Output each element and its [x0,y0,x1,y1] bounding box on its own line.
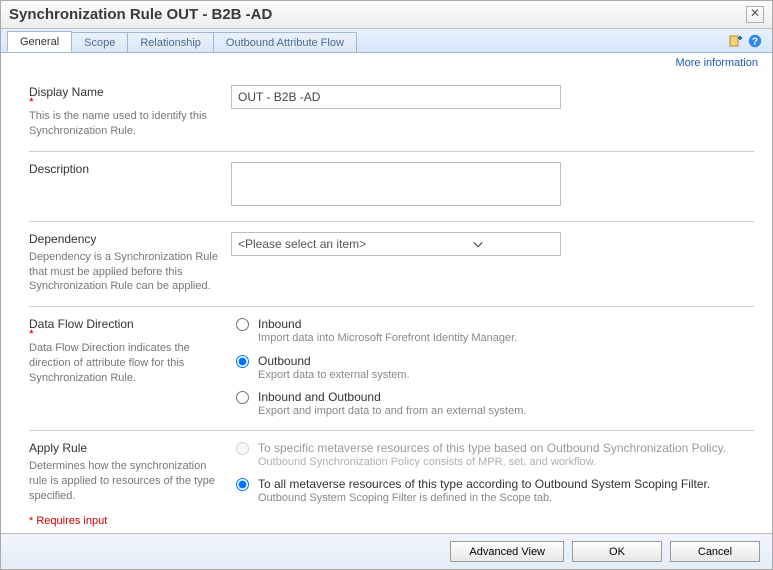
row-dependency: Dependency Dependency is a Synchronizati… [29,222,754,308]
hint-dependency: Dependency is a Synchronization Rule tha… [29,250,219,295]
tab-relationship[interactable]: Relationship [127,32,214,52]
dialog-title: Synchronization Rule OUT - B2B -AD [9,6,272,23]
flow-inbound-radio[interactable] [236,318,249,331]
close-button[interactable]: ✕ [746,6,764,23]
help-icon[interactable]: ? [748,34,762,48]
more-info-row: More information [1,53,772,69]
flow-inout-option[interactable]: Inbound and Outbound Export and import d… [231,390,754,418]
row-apply-rule: Apply Rule Determines how the synchroniz… [29,431,754,509]
close-icon: ✕ [750,6,760,20]
form-content: Display Name * This is the name used to … [1,69,772,509]
requires-input-note: * Requires input [1,509,772,533]
row-display-name: Display Name * This is the name used to … [29,75,754,152]
flow-inbound-label: Inbound [258,317,517,331]
dialog-footer: Advanced View OK Cancel [1,533,772,569]
apply-filter-sub: Outbound System Scoping Filter is define… [258,491,710,505]
svg-text:?: ? [752,36,758,47]
flow-inbound-option[interactable]: Inbound Import data into Microsoft Foref… [231,317,754,345]
hint-apply: Determines how the synchronization rule … [29,459,219,504]
sync-rule-dialog: Synchronization Rule OUT - B2B -AD ✕ Gen… [0,0,773,570]
apply-policy-option: To specific metaverse resources of this … [231,441,754,469]
tab-scope[interactable]: Scope [71,32,128,52]
advanced-view-button[interactable]: Advanced View [450,541,564,562]
row-description: Description [29,152,754,222]
label-apply: Apply Rule [29,441,219,455]
tab-general[interactable]: General [7,31,72,52]
tab-outbound-attr-flow[interactable]: Outbound Attribute Flow [213,32,357,52]
flow-outbound-radio[interactable] [236,355,249,368]
ok-button[interactable]: OK [572,541,662,562]
cancel-button[interactable]: Cancel [670,541,760,562]
required-mark: * [29,99,219,105]
chevron-down-icon: ⌵ [396,236,560,251]
dependency-select[interactable]: <Please select an item> ⌵ [231,232,561,256]
more-information-link[interactable]: More information [675,57,758,69]
flow-outbound-sub: Export data to external system. [258,368,410,382]
label-flow: Data Flow Direction [29,317,219,331]
apply-policy-radio [236,442,249,455]
hint-display-name: This is the name used to identify this S… [29,109,219,139]
add-icon[interactable] [728,34,742,48]
required-mark: * [29,331,219,337]
label-description: Description [29,162,219,176]
label-dependency: Dependency [29,232,219,246]
flow-outbound-label: Outbound [258,354,410,368]
apply-filter-label: To all metaverse resources of this type … [258,477,710,491]
apply-policy-label: To specific metaverse resources of this … [258,441,726,455]
apply-policy-sub: Outbound Synchronization Policy consists… [258,455,726,469]
row-flow-direction: Data Flow Direction * Data Flow Directio… [29,307,754,431]
flow-inout-radio[interactable] [236,391,249,404]
flow-outbound-option[interactable]: Outbound Export data to external system. [231,354,754,382]
display-name-input[interactable] [231,85,561,109]
flow-inout-label: Inbound and Outbound [258,390,526,404]
label-display-name: Display Name [29,85,219,99]
tabbar-right: ? [728,34,772,48]
flow-inbound-sub: Import data into Microsoft Forefront Ide… [258,331,517,345]
title-bar: Synchronization Rule OUT - B2B -AD ✕ [1,1,772,29]
apply-filter-radio[interactable] [236,478,249,491]
hint-flow: Data Flow Direction indicates the direct… [29,341,219,386]
tab-bar: General Scope Relationship Outbound Attr… [1,29,772,53]
apply-filter-option[interactable]: To all metaverse resources of this type … [231,477,754,505]
description-input[interactable] [231,162,561,206]
dependency-value: <Please select an item> [232,237,396,251]
flow-inout-sub: Export and import data to and from an ex… [258,404,526,418]
